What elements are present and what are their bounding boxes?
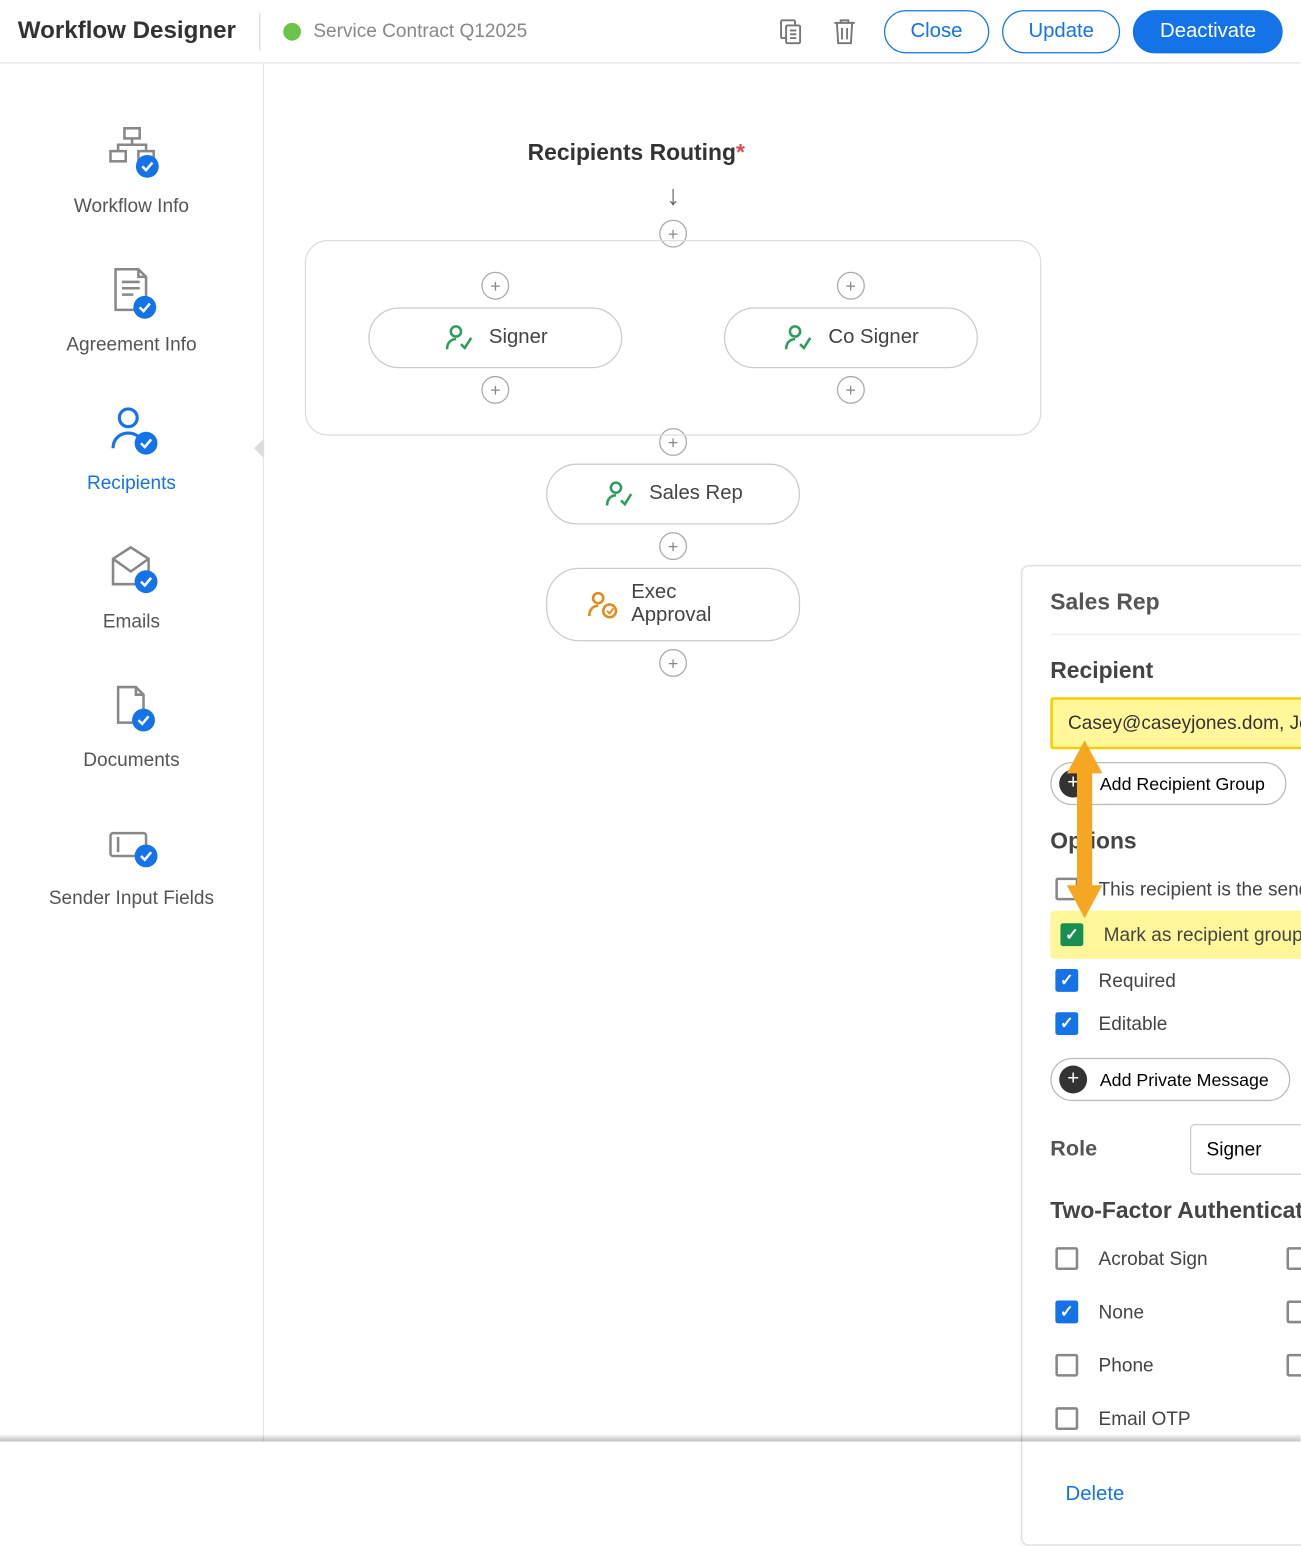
add-recipient-group-button[interactable]: + Add Recipient Group [1050, 762, 1286, 805]
checkbox[interactable] [1055, 1354, 1078, 1377]
add-node-button[interactable]: + [481, 376, 509, 404]
nav-label: Sender Input Fields [49, 888, 214, 910]
nav-recipients[interactable]: Recipients [0, 378, 263, 516]
signer-node[interactable]: Signer [368, 307, 622, 368]
tfa-acrobat[interactable]: Acrobat Sign [1050, 1237, 1268, 1280]
deactivate-button[interactable]: Deactivate [1133, 10, 1282, 53]
nav-sender-input[interactable]: Sender Input Fields [0, 794, 263, 932]
update-button[interactable]: Update [1002, 10, 1121, 53]
checkbox[interactable] [1287, 1247, 1301, 1270]
nav-agreement-info[interactable]: Agreement Info [0, 240, 263, 378]
checkbox[interactable] [1287, 1300, 1301, 1323]
nav-label: Workflow Info [74, 196, 189, 218]
status-indicator [283, 22, 301, 40]
recipient-label: Recipient [1050, 658, 1301, 685]
tfa-phone[interactable]: Phone [1050, 1344, 1268, 1387]
copy-icon[interactable] [775, 15, 808, 48]
emails-icon [101, 540, 162, 601]
add-private-message-button[interactable]: + Add Private Message [1050, 1058, 1290, 1101]
add-node-button[interactable]: + [481, 272, 509, 300]
nav-emails[interactable]: Emails [0, 517, 263, 655]
nav-label: Agreement Info [66, 334, 196, 356]
add-node-button[interactable]: + [837, 376, 865, 404]
agreement-info-icon [101, 263, 162, 324]
tfa-none[interactable]: None [1050, 1290, 1268, 1333]
checkbox[interactable] [1055, 1012, 1078, 1035]
options-label: Options [1050, 828, 1301, 855]
sidebar: Workflow Info Agreement Info Recipients [0, 64, 264, 1442]
app-title: Workflow Designer [18, 17, 236, 45]
routing-title: Recipients Routing* [0, 140, 1300, 167]
person-sign-icon [783, 321, 816, 354]
nav-label: Documents [83, 749, 179, 771]
plus-icon: + [1059, 1066, 1087, 1094]
option-sender[interactable]: This recipient is the sender [1050, 867, 1301, 910]
person-sign-icon [443, 321, 476, 354]
cosigner-node[interactable]: Co Signer [724, 307, 978, 368]
checkbox[interactable] [1287, 1354, 1301, 1377]
option-group[interactable]: Mark as recipient group [1050, 911, 1301, 959]
plus-icon: + [1059, 770, 1087, 798]
checkbox[interactable] [1060, 923, 1083, 946]
recipients-icon [101, 401, 162, 462]
salesrep-node[interactable]: Sales Rep [546, 464, 800, 525]
tfa-govid[interactable]: Government ID [1281, 1344, 1301, 1387]
topbar: Workflow Designer Service Contract Q1202… [0, 0, 1300, 64]
recipient-emails-input[interactable] [1050, 697, 1301, 749]
add-node-button[interactable]: + [659, 649, 687, 677]
tfa-password[interactable]: Password [1281, 1290, 1301, 1333]
documents-icon [101, 678, 162, 739]
person-approve-icon [585, 588, 618, 621]
nav-label: Emails [103, 611, 160, 633]
sender-input-icon [101, 817, 162, 878]
tfa-kba[interactable]: KBA [1281, 1237, 1301, 1280]
option-required[interactable]: Required [1050, 959, 1301, 1002]
add-node-button[interactable]: + [659, 532, 687, 560]
checkbox[interactable] [1055, 878, 1078, 901]
exec-node[interactable]: Exec Approval [546, 568, 800, 642]
checkbox[interactable] [1055, 1407, 1078, 1430]
parallel-group: + Signer + + [305, 240, 1042, 436]
canvas: Recipients Routing* ↓ + + Signer [264, 64, 1300, 1442]
panel-title: Sales Rep [1050, 589, 1301, 616]
trash-icon[interactable] [828, 15, 861, 48]
person-sign-icon [603, 478, 636, 511]
checkbox[interactable] [1055, 1247, 1078, 1270]
role-select[interactable]: Signer ⌄ [1190, 1124, 1301, 1175]
nav-workflow-info[interactable]: Workflow Info [0, 102, 263, 240]
option-editable[interactable]: Editable [1050, 1002, 1301, 1045]
tfa-label: Two-Factor Authentication (2FA) [1050, 1198, 1301, 1225]
arrow-down-icon: ↓ [305, 179, 1042, 212]
add-node-button[interactable]: + [837, 272, 865, 300]
checkbox[interactable] [1055, 1300, 1078, 1323]
nav-documents[interactable]: Documents [0, 655, 263, 793]
checkbox[interactable] [1055, 969, 1078, 992]
delete-button[interactable]: Delete [1050, 1473, 1139, 1516]
document-name: Service Contract Q12025 [313, 20, 527, 42]
recipient-panel: Sales Rep Recipient + Add Recipient Grou… [1021, 565, 1301, 1545]
divider [259, 12, 260, 50]
close-button[interactable]: Close [884, 10, 989, 53]
role-label: Role [1050, 1137, 1190, 1162]
nav-label: Recipients [87, 472, 176, 494]
